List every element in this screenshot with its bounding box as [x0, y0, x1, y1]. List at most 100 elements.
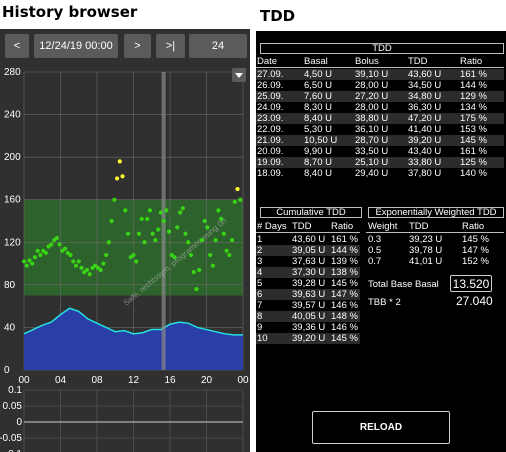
bg-point	[235, 186, 240, 192]
bg-point	[219, 216, 224, 221]
tdd-cell: 37,80 U	[408, 168, 442, 179]
tdd-cell: 4,50 U	[304, 69, 332, 80]
tdd-cell: 145 %	[460, 135, 487, 146]
cumulative-row: 10 39,20 U 145 %	[256, 333, 360, 344]
tdd-cell: 24.09.	[257, 102, 284, 113]
bg-point	[30, 261, 35, 266]
tbb2-label: TBB * 2	[368, 297, 401, 308]
tdd-cell: 27,20 U	[355, 91, 389, 102]
bg-point	[161, 218, 166, 224]
cumulative-cell: 37,30 U	[292, 267, 326, 278]
weighted-cell: 39,23 U	[409, 234, 443, 245]
tdd-cell: 25.09.	[257, 91, 284, 102]
tdd-row: 22.09. 5,30 U 36,10 U 41,40 U 153 %	[256, 124, 504, 135]
bg-point	[38, 252, 43, 258]
bg-point	[172, 255, 177, 260]
bg-point	[62, 246, 68, 251]
bg-point	[24, 263, 29, 268]
tbb2-value: 27.040	[456, 294, 493, 308]
bg-point	[68, 252, 73, 258]
bg-point	[180, 206, 185, 211]
tdd-cell: 18.09.	[257, 168, 284, 179]
bg-point	[27, 258, 32, 263]
tdd-cell: 23.09.	[257, 113, 284, 124]
tdd-row: 18.09. 8,40 U 29,40 U 37,80 U 140 %	[256, 168, 504, 179]
total-base-basal-input[interactable]: 13.520	[450, 275, 492, 292]
mini-y-tick-label: 0.1	[8, 385, 22, 396]
bg-point	[71, 259, 76, 264]
bg-point	[199, 238, 205, 243]
reload-button[interactable]: RELOAD	[312, 411, 450, 444]
jump-to-end-button[interactable]: >|	[156, 34, 185, 58]
tdd-cell: 43,60 U	[408, 69, 442, 80]
bg-point	[156, 227, 161, 232]
bg-point	[194, 287, 199, 292]
bg-point	[213, 238, 218, 243]
tdd-cell: 6,50 U	[304, 80, 332, 91]
weighted-cell: 152 %	[462, 256, 489, 267]
bg-point	[49, 242, 54, 247]
tdd-cell: 39,20 U	[408, 135, 442, 146]
cumulative-cell: 147 %	[331, 289, 358, 300]
tdd-cell: 5,30 U	[304, 124, 332, 135]
cumulative-cell: 39,36 U	[292, 322, 326, 333]
date-picker-button[interactable]: 12/24/19 00:00	[34, 34, 118, 58]
bg-point	[145, 216, 150, 221]
prev-day-button[interactable]: <	[5, 34, 29, 58]
bg-point	[175, 225, 180, 230]
tdd-cell: 36,30 U	[408, 102, 442, 113]
y-tick-label: 0	[4, 365, 10, 376]
bg-point	[205, 225, 210, 230]
weighted-row: 0.5 39,78 U 147 %	[256, 245, 504, 256]
bg-point	[112, 197, 117, 202]
bg-point	[139, 216, 144, 221]
y-tick-label: 200	[4, 152, 21, 163]
tdd-cell: 22.09.	[257, 124, 284, 135]
bg-point	[109, 218, 114, 224]
tdd-cell: 33,50 U	[355, 146, 389, 157]
bg-point	[125, 231, 131, 236]
range-hours-button[interactable]: 24	[189, 34, 247, 58]
tdd-cell: 153 %	[460, 124, 487, 135]
bg-point	[164, 208, 169, 213]
tdd-cell: 8,40 U	[304, 168, 332, 179]
cumulative-cell: 138 %	[331, 267, 358, 278]
tdd-cell: 47,20 U	[408, 113, 442, 124]
mini-y-tick-label: 0	[16, 417, 22, 428]
weighted-row: 0.7 41,01 U 152 %	[256, 256, 504, 267]
bg-point	[210, 263, 215, 268]
mini-y-tick-label: 0.05	[3, 401, 23, 412]
tdd-row: 23.09. 8,40 U 38,80 U 47,20 U 175 %	[256, 113, 504, 124]
tdd-cell: 43,40 U	[408, 146, 442, 157]
cumulative-row: 8 40,05 U 148 %	[256, 311, 360, 322]
cumulative-row: 7 39,57 U 146 %	[256, 300, 360, 311]
tdd-panel: TDD Date Basal Bolus TDD Ratio 27.09. 4,50 U 3…	[256, 31, 506, 452]
bg-point	[104, 252, 109, 258]
bg-point	[150, 231, 155, 236]
weighted-cell: 145 %	[462, 234, 489, 245]
next-day-button[interactable]: >	[124, 34, 151, 58]
tdd-row: 21.09. 10,50 U 28,70 U 39,20 U 145 %	[256, 135, 504, 146]
tdd-cell: 140 %	[460, 168, 487, 179]
tdd-cell: 20.09.	[257, 146, 284, 157]
bg-point	[227, 252, 232, 258]
cumulative-row: 4 37,30 U 138 %	[256, 267, 360, 278]
tdd-row: 19.09. 8,70 U 25,10 U 33,80 U 125 %	[256, 157, 504, 168]
tdd-cell: 28,70 U	[355, 135, 389, 146]
tdd-column-header: Basal	[304, 56, 328, 67]
tdd-cell: 39,10 U	[355, 69, 389, 80]
bg-point	[57, 242, 62, 247]
bg-point	[216, 208, 221, 213]
bg-point	[120, 174, 125, 179]
tdd-cell: 125 %	[460, 157, 487, 168]
weighted-cell: 0.7	[368, 256, 382, 267]
bg-point	[136, 231, 142, 236]
cumulative-cell: 7	[257, 300, 263, 311]
weighted-cell: 0.5	[368, 245, 382, 256]
tdd-cell: 10,50 U	[304, 135, 338, 146]
cumulative-cell: 8	[257, 311, 263, 322]
bg-chart[interactable]: 0408012016020024028000 04 08 12 16 20 00Safe, …	[0, 64, 250, 452]
cumulative-cell: 10	[257, 333, 268, 344]
weighted-column-header: TDD	[409, 221, 429, 232]
weighted-header-divider	[366, 232, 504, 233]
